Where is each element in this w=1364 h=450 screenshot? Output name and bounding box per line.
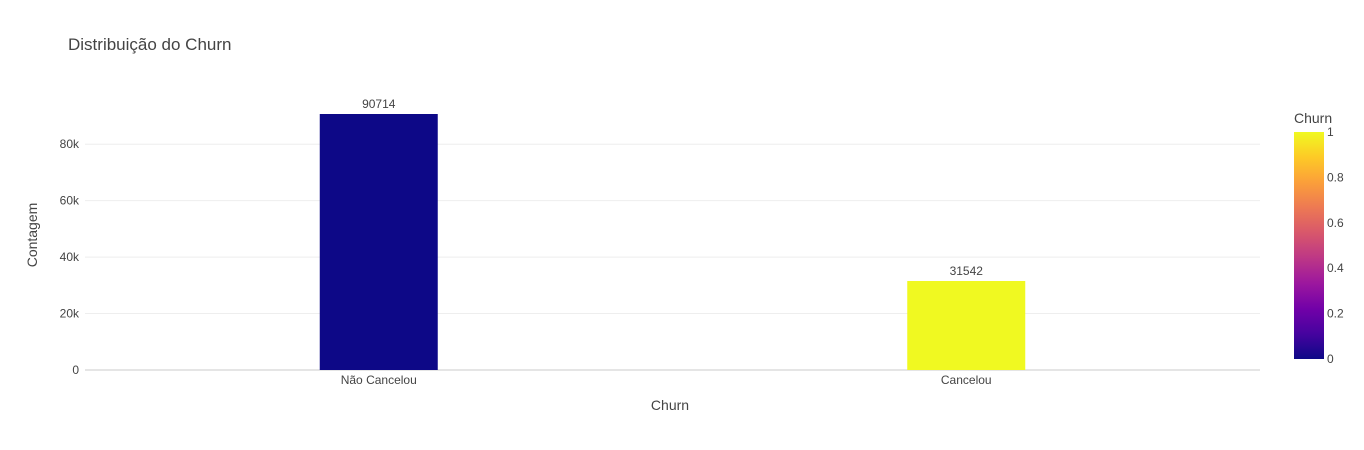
colorbar-tick-label: 0 [1327,352,1334,366]
bar-labels: 90714 31542 [362,97,983,278]
colorbar-tick-label: 0.4 [1327,261,1344,275]
chart: 90714 31542 Não Cancelou Cancelou 0 20k 40k 6… [24,35,1344,413]
bar-data-label: 90714 [362,97,396,111]
y-tick-label: 80k [60,137,80,151]
y-axis-title: Contagem [24,203,40,268]
x-axis-ticks: Não Cancelou Cancelou [341,373,992,387]
bar-data-label: 31542 [950,264,984,278]
colorbar-tick-label: 1 [1327,125,1334,139]
bars [319,114,1026,370]
colorbar-tick-label: 0.8 [1327,170,1344,184]
y-tick-label: 20k [60,307,80,321]
colorbar-tick-label: 0.6 [1327,216,1344,230]
chart-title: Distribuição do Churn [68,35,231,54]
colorbar-tick-label: 0.2 [1327,307,1344,321]
colorbar-scale [1294,132,1324,359]
x-tick-label: Cancelou [941,373,992,387]
x-axis-title: Churn [651,397,689,413]
colorbar-ticks: 0 0.2 0.4 0.6 0.8 1 [1327,125,1344,366]
gridlines [85,143,1260,371]
x-tick-label: Não Cancelou [341,373,417,387]
colorbar: Churn 0 0.2 0.4 0.6 0.8 1 [1294,110,1344,366]
y-axis-ticks: 0 20k 40k 60k 80k [60,137,80,377]
y-tick-label: 60k [60,194,80,208]
y-tick-label: 0 [72,363,79,377]
colorbar-title: Churn [1294,110,1332,126]
bar [907,280,1026,370]
bar [319,114,438,370]
y-tick-label: 40k [60,250,80,264]
